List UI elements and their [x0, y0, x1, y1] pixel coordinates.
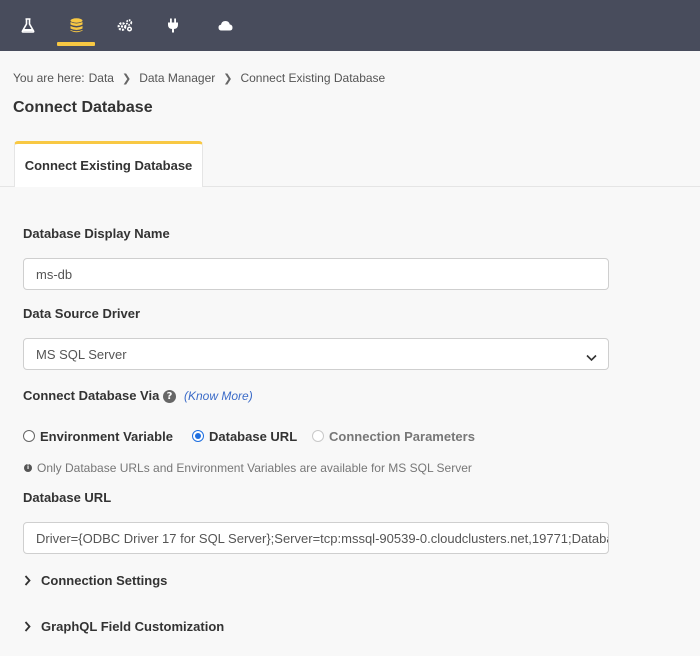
know-more-link[interactable]: (Know More) — [184, 389, 253, 403]
chevron-down-icon — [586, 350, 597, 365]
breadcrumb-prefix: You are here: — [13, 71, 85, 85]
display-name-input[interactable]: ms-db — [23, 258, 609, 290]
flask-icon — [21, 18, 35, 33]
top-nav-bar — [0, 0, 700, 51]
radio-environment-variable-input[interactable] — [23, 430, 35, 442]
radio-environment-variable[interactable]: Environment Variable — [23, 427, 173, 445]
nav-data[interactable] — [56, 0, 96, 51]
page-title: Connect Database — [13, 99, 153, 116]
nav-remote-schemas[interactable] — [153, 0, 193, 51]
cloud-icon — [218, 20, 233, 31]
database-icon — [70, 18, 83, 33]
radio-database-url-input[interactable] — [192, 430, 204, 442]
breadcrumb-item-data[interactable]: Data — [89, 71, 114, 85]
radio-database-url[interactable]: Database URL — [192, 427, 297, 445]
driver-label: Data Source Driver — [23, 306, 141, 321]
chevron-right-icon — [24, 574, 31, 586]
graphql-field-customization-label: GraphQL Field Customization — [41, 618, 225, 634]
database-url-label: Database URL — [23, 490, 112, 505]
nav-api-explorer[interactable] — [8, 0, 48, 51]
chevron-right-icon: ❯ — [121, 72, 132, 85]
driver-info-text: Only Database URLs and Environment Varia… — [37, 461, 472, 475]
radio-database-url-label[interactable]: Database URL — [209, 429, 297, 444]
radio-environment-variable-label[interactable]: Environment Variable — [40, 429, 173, 444]
breadcrumb-item-current: Connect Existing Database — [240, 71, 386, 85]
actions-gears-icon — [117, 19, 133, 32]
display-name-label: Database Display Name — [23, 226, 170, 241]
radio-connection-parameters-label: Connection Parameters — [329, 428, 475, 444]
breadcrumb: You are here: Data ❯ Data Manager ❯ Conn… — [13, 71, 385, 85]
nav-actions[interactable] — [105, 0, 145, 51]
plug-icon — [167, 18, 179, 33]
radio-connection-parameters: Connection Parameters — [312, 427, 475, 445]
graphql-field-customization-toggle[interactable]: GraphQL Field Customization — [24, 617, 224, 635]
breadcrumb-item-data-manager[interactable]: Data Manager — [139, 71, 215, 85]
tab-connect-existing-database[interactable]: Connect Existing Database — [14, 141, 203, 187]
driver-select-value: MS SQL Server — [36, 346, 127, 362]
driver-info-note: i Only Database URLs and Environment Var… — [24, 461, 472, 475]
chevron-right-icon: ❯ — [223, 72, 233, 85]
connect-via-label: Connect Database Via — [23, 388, 160, 403]
driver-select[interactable]: MS SQL Server — [23, 338, 609, 370]
chevron-right-icon — [24, 620, 31, 632]
connection-settings-label: Connection Settings — [41, 572, 168, 588]
nav-events[interactable] — [205, 0, 245, 51]
info-icon: i — [24, 464, 32, 472]
database-url-input[interactable]: Driver={ODBC Driver 17 for SQL Server};S… — [23, 522, 609, 554]
connection-settings-toggle[interactable]: Connection Settings — [24, 571, 167, 589]
help-icon[interactable]: ? — [163, 390, 176, 403]
radio-connection-parameters-input — [312, 430, 324, 442]
